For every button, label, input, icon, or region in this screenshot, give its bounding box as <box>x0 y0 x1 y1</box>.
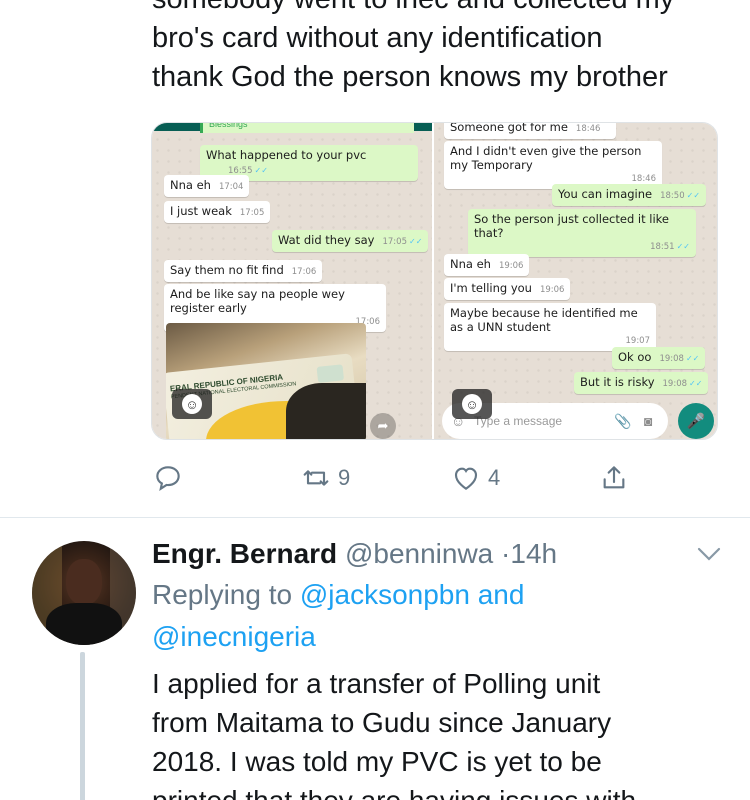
like-count: 4 <box>488 465 501 490</box>
chat-message: So the person just collected it like tha… <box>474 212 669 240</box>
chat-message: Say them no fit find <box>170 263 284 277</box>
attach-icon[interactable]: 📎 <box>614 403 631 439</box>
read-ticks-icon: ✓✓ <box>408 237 423 246</box>
chat-bubble-outgoing: Ok oo 19:08 ✓✓ <box>612 347 706 369</box>
mention-link[interactable]: @inecnigeria <box>152 621 316 652</box>
smiley-icon: ☺ <box>182 394 202 414</box>
read-ticks-icon: ✓✓ <box>689 379 703 388</box>
chat-message: And be like say na people wey register e… <box>170 287 345 315</box>
mic-icon[interactable]: 🎤 <box>678 403 714 439</box>
chat-time: 18:51 <box>650 242 675 252</box>
chat-time: 17:06 <box>291 267 317 277</box>
like-button[interactable]: 4 <box>450 462 500 494</box>
chat-time: 17:05 <box>382 237 407 247</box>
chat-bubble-incoming: Nna eh 19:06 <box>444 254 530 276</box>
chat-time: 18:50 <box>660 191 685 201</box>
media-image-left[interactable]: Blessings What happened to your pvc 16:5… <box>152 123 432 439</box>
heart-icon <box>454 467 478 490</box>
meta-separator: · <box>501 538 511 569</box>
reply-text: I applied for a transfer of Polling unit… <box>152 664 732 800</box>
chat-bubble-incoming: And I didn't even give the person my Tem… <box>444 141 662 189</box>
reply-text-line: printed that they are having issues with <box>152 781 732 800</box>
camera-icon[interactable]: ◙ <box>644 403 652 439</box>
chat-message: You can imagine <box>558 187 653 201</box>
chat-bubble-outgoing: Wat did they say 17:05 ✓✓ <box>272 230 429 252</box>
chat-time: 17:05 <box>239 208 265 218</box>
chat-bubble-incoming: Maybe because he identified me as a UNN … <box>444 303 656 351</box>
tweet-media[interactable]: Blessings What happened to your pvc 16:5… <box>151 122 718 440</box>
mention-link[interactable]: @jacksonpbn <box>300 579 470 610</box>
replying-to: Replying to @jacksonpbn and @inecnigeria <box>152 574 732 658</box>
reply-header: Engr. Bernard @benninwa ·14h <box>152 534 732 574</box>
chat-bubble-incoming: Someone got for me 18:46 <box>444 123 616 139</box>
reply-text-line: from Maitama to Gudu since January <box>152 707 612 738</box>
chat-time: 17:04 <box>218 182 244 192</box>
chat-time: 18:46 <box>575 124 601 134</box>
chat-message: And I didn't even give the person my Tem… <box>450 144 642 172</box>
chat-bubble-outgoing: So the person just collected it like tha… <box>468 209 696 257</box>
avatar[interactable] <box>32 541 136 645</box>
share-button[interactable] <box>598 462 630 494</box>
chat-message: Someone got for me <box>450 123 568 134</box>
quoted-contact: Blessings <box>200 123 414 133</box>
chat-message: Nna eh <box>170 178 211 192</box>
card-emblem <box>316 364 345 383</box>
chat-message: But it is risky <box>580 375 655 389</box>
retweet-button[interactable]: 9 <box>300 462 350 494</box>
emoji-button[interactable]: ☺ <box>452 389 492 419</box>
share-arrow-icon[interactable]: ➦ <box>370 413 396 439</box>
retweet-icon <box>303 470 329 486</box>
chat-message: I just weak <box>170 204 232 218</box>
display-name[interactable]: Engr. Bernard <box>152 538 337 569</box>
chat-message: Wat did they say <box>278 233 375 247</box>
reply-button[interactable] <box>152 462 184 494</box>
reply-tweet[interactable]: Engr. Bernard @benninwa ·14h Replying to… <box>152 534 732 800</box>
chat-time: 19:08 <box>662 379 688 389</box>
read-ticks-icon: ✓✓ <box>686 191 701 200</box>
tweet-text-line: somebody went to inec and collected my <box>152 0 732 19</box>
chat-time: 19:06 <box>539 285 565 295</box>
chat-bubble-outgoing: You can imagine 18:50 ✓✓ <box>552 184 707 206</box>
chat-bubble-incoming: Nna eh 17:04 <box>164 175 250 197</box>
chat-time: 19:06 <box>498 261 524 271</box>
chat-time: 19:07 <box>625 336 651 346</box>
chat-bubble-outgoing: But it is risky 19:08 ✓✓ <box>574 372 709 394</box>
chat-message: Maybe because he identified me as a UNN … <box>450 306 638 334</box>
emoji-button[interactable]: ☺ <box>172 389 212 419</box>
retweet-count: 9 <box>338 465 351 490</box>
thread-line <box>80 652 85 800</box>
chat-message: Ok oo <box>618 350 652 364</box>
read-ticks-icon: ✓✓ <box>254 166 268 175</box>
voter-card-photo: ERAL REPUBLIC OF NIGERIA PENDENT NATIONA… <box>166 323 366 439</box>
reply-text-line: 2018. I was told my PVC is yet to be <box>152 746 602 777</box>
mention-conjunction: and <box>477 579 525 610</box>
timestamp[interactable]: 14h <box>510 538 557 569</box>
replying-to-label: Replying to <box>152 579 293 610</box>
chat-time: 19:08 <box>659 354 684 364</box>
chat-message: Nna eh <box>450 257 491 271</box>
smiley-icon: ☺ <box>462 394 482 414</box>
photo-shadow <box>286 383 366 439</box>
chat-message: What happened to your pvc <box>206 148 367 162</box>
share-icon <box>603 466 625 489</box>
chat-bubble-incoming: I'm telling you 19:06 <box>444 278 571 300</box>
user-handle[interactable]: @benninwa <box>345 538 493 569</box>
tweet-divider <box>0 517 750 518</box>
tweet-text-line: bro's card without any identification <box>152 22 603 54</box>
reply-text-line: I applied for a transfer of Polling unit <box>152 668 601 699</box>
tweet-text-line: thank God the person knows my brother <box>152 61 668 93</box>
chat-bubble-incoming: I just weak 17:05 <box>164 201 271 223</box>
reply-icon <box>156 466 180 491</box>
read-ticks-icon: ✓✓ <box>685 354 700 363</box>
chat-message: I'm telling you <box>450 281 532 295</box>
read-ticks-icon: ✓✓ <box>676 242 690 251</box>
media-image-right[interactable]: Someone got for me 18:46 And I didn't eve… <box>432 123 717 439</box>
chat-bubble-incoming: Say them no fit find 17:06 <box>164 260 323 282</box>
tweet-text: somebody went to inec and collected my b… <box>152 0 732 97</box>
